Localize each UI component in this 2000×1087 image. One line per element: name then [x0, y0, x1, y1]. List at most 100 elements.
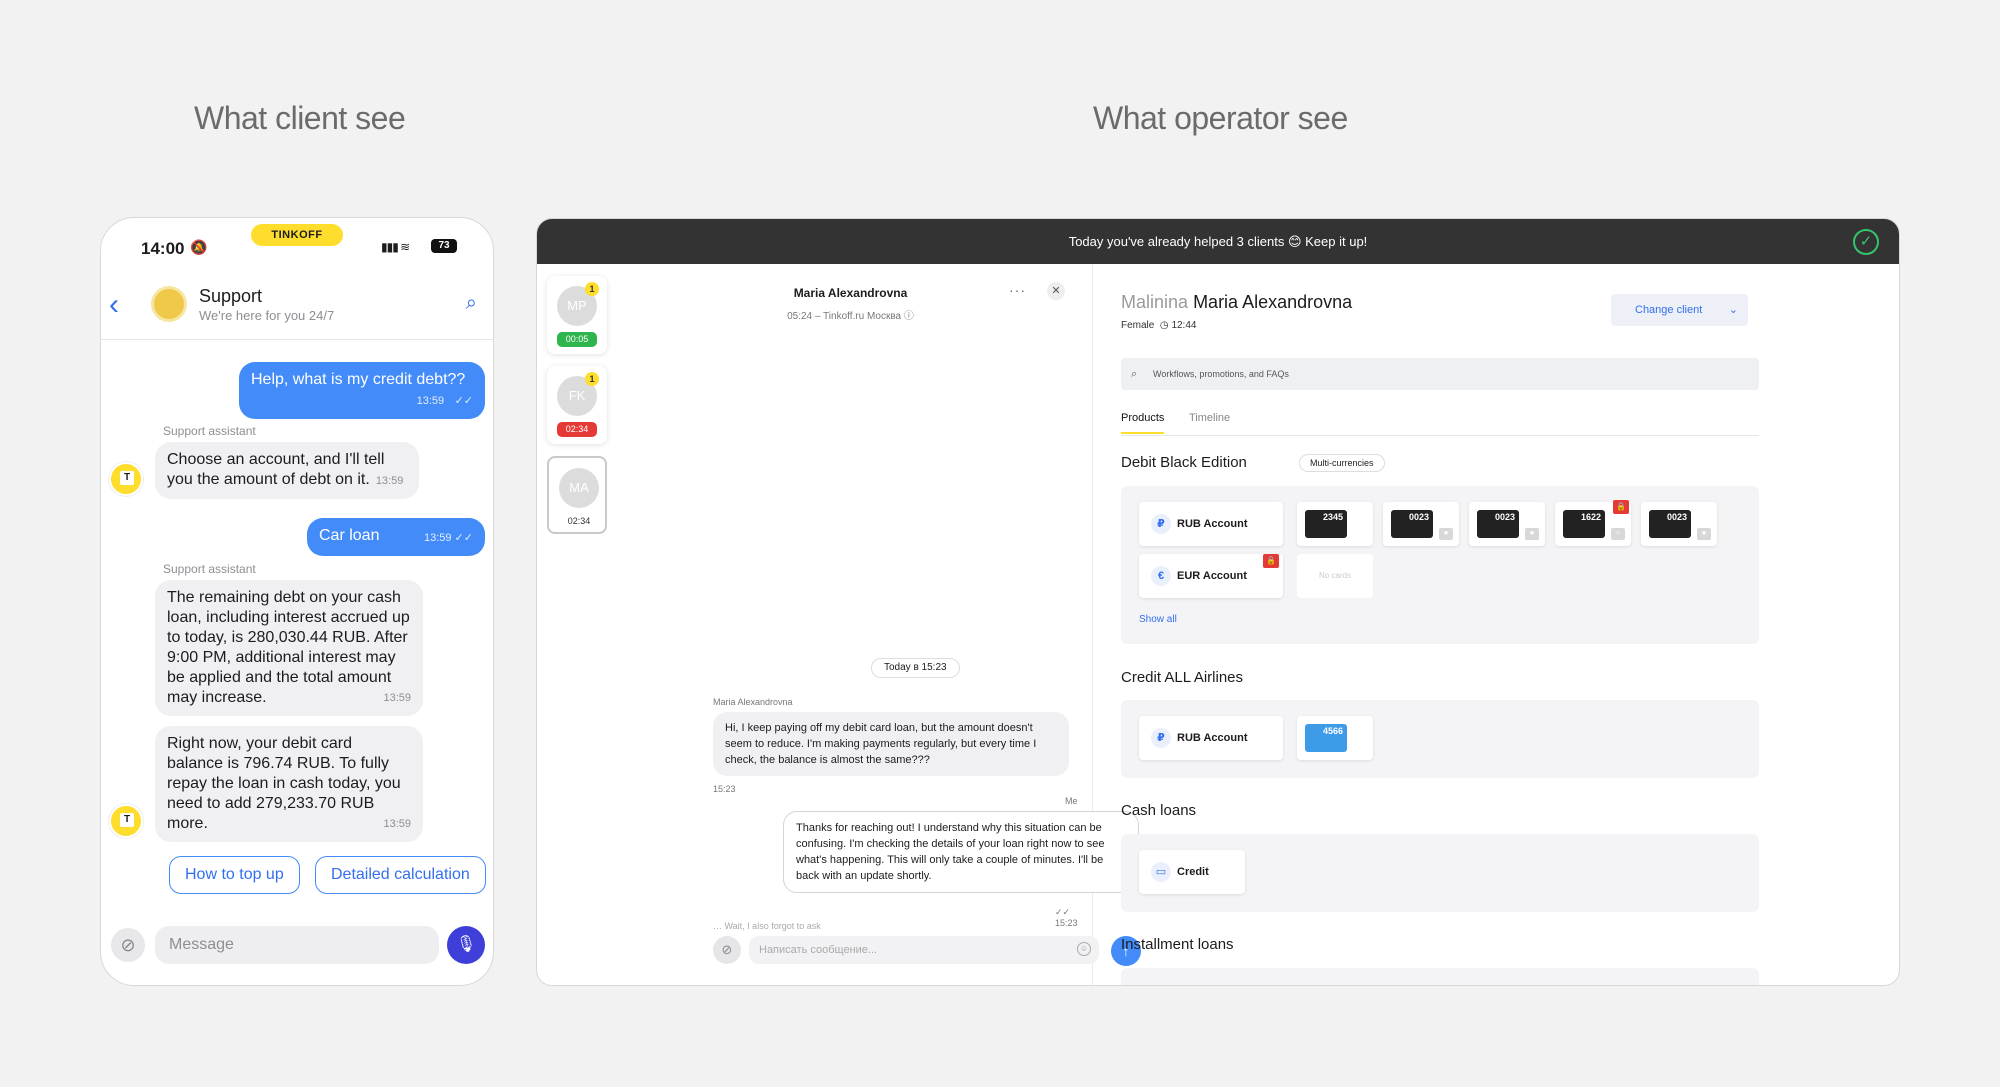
- mute-icon: 🔕: [190, 239, 208, 255]
- clock-icon: ◷: [1159, 320, 1169, 331]
- no-cards-placeholder: No cards: [1297, 554, 1373, 598]
- info-icon: ⓘ: [903, 311, 914, 322]
- search-icon: ⌕: [1131, 368, 1138, 380]
- message-sender: Maria Alexandrovna: [713, 697, 793, 707]
- chat-queue: MP 1 00:05 FK 1 02:34 MA 02:34: [537, 264, 609, 985]
- user-icon: ●: [1697, 528, 1711, 540]
- date-chip: Today в 15:23: [871, 658, 960, 678]
- section-title: Installment loans: [1121, 936, 1234, 953]
- more-icon[interactable]: ···: [1009, 282, 1026, 298]
- read-check-icon: ✓✓: [1055, 907, 1071, 917]
- user-icon: ●: [1525, 528, 1539, 540]
- wait-timer: 02:34: [567, 516, 591, 526]
- lock-icon: 🔒: [1613, 500, 1629, 514]
- microphone-icon[interactable]: 🎙: [447, 926, 485, 964]
- message-support: Right now, your debit card balance is 79…: [155, 726, 423, 842]
- account-tile[interactable]: ₽ RUB Account: [1139, 716, 1283, 760]
- message-client: Help, what is my credit debt?? 13:59 ✓✓: [239, 362, 485, 419]
- brand-pill: TINKOFF: [251, 224, 343, 246]
- status-bar: 14:00 🔕 TINKOFF ▮▮▮ ≋ 73: [101, 218, 493, 274]
- account-tile[interactable]: ₽ RUB Account: [1139, 502, 1283, 546]
- card-tile[interactable]: 4566: [1297, 716, 1373, 760]
- check-circle-icon: ✓: [1853, 229, 1879, 255]
- euro-icon: €: [1151, 566, 1171, 586]
- card-tile[interactable]: 0023 ●: [1383, 502, 1459, 546]
- queue-item-selected[interactable]: MA 02:34: [547, 456, 607, 534]
- card-tile[interactable]: 0023 ●: [1469, 502, 1545, 546]
- unread-badge: 1: [585, 372, 599, 386]
- section-title: Debit Black Edition: [1121, 454, 1247, 471]
- quick-reply-calculation[interactable]: Detailed calculation: [315, 856, 486, 894]
- queue-item[interactable]: FK 1 02:34: [547, 366, 607, 444]
- back-icon[interactable]: ‹: [109, 290, 119, 320]
- message-sender: Support assistant: [163, 562, 256, 576]
- client-full-name: Malinina Maria Alexandrovna: [1121, 292, 1353, 312]
- operator-view-heading: What operator see: [1093, 100, 1348, 136]
- section-title: Credit ALL Airlines: [1121, 669, 1244, 686]
- user-icon: ●: [1439, 528, 1453, 540]
- multi-currency-tag: Multi-currencies: [1299, 454, 1385, 472]
- support-avatar: [151, 286, 187, 322]
- card-tile[interactable]: 2345: [1297, 502, 1373, 546]
- chat-title: Support: [199, 286, 263, 306]
- operator-message-input[interactable]: Написать сообщение...: [749, 936, 1099, 964]
- read-check-icon: ✓✓: [454, 395, 473, 407]
- message-support: The remaining debt on your cash loan, in…: [155, 580, 423, 716]
- operator-chat: Maria Alexandrovna 05:24 – Tinkoff.ru Мо…: [609, 264, 1141, 985]
- message-support: Choose an account, and I'll tell you the…: [155, 442, 419, 499]
- section-title: Cash loans: [1121, 802, 1197, 819]
- message-time: 15:23: [713, 784, 736, 794]
- chat-subtitle: We're here for you 24/7: [199, 308, 335, 323]
- account-tile[interactable]: € EUR Account 🔒: [1139, 554, 1283, 598]
- operator-console: Today you've already helped 3 clients 😊 …: [536, 218, 1900, 986]
- message-sender: Support assistant: [163, 424, 256, 438]
- profile-tabs: Products Timeline: [1121, 402, 1759, 436]
- wait-timer: 02:34: [557, 422, 597, 437]
- client-avatar: MA: [559, 468, 599, 508]
- motivation-banner: Today you've already helped 3 clients 😊 …: [537, 219, 1899, 264]
- wait-timer: 00:05: [557, 332, 597, 347]
- battery-icon: 73: [431, 239, 457, 253]
- credit-icon: ▭: [1151, 862, 1171, 882]
- card-tile[interactable]: 1622 ○ 🔒: [1555, 500, 1631, 546]
- change-client-button[interactable]: Change client ⌄: [1611, 294, 1748, 326]
- sync-icon: ○: [1611, 528, 1625, 540]
- message-time: ✓✓ 15:23: [1055, 907, 1078, 928]
- credit-tile[interactable]: ▭ Credit: [1139, 850, 1245, 894]
- emoji-icon[interactable]: ☺: [1077, 942, 1091, 956]
- installment-products: [1121, 968, 1759, 985]
- queue-item[interactable]: MP 1 00:05: [547, 276, 607, 354]
- debit-products: ₽ RUB Account 2345 0023 ● 0023 ● 1622 ○ 🔒 002…: [1121, 486, 1759, 644]
- status-clock: 14:00: [141, 239, 185, 258]
- chevron-down-icon: ⌄: [1728, 304, 1738, 316]
- chat-client-subtitle: 05:24 – Tinkoff.ru Москва ⓘ: [787, 311, 914, 322]
- quick-reply-top-up[interactable]: How to top up: [169, 856, 300, 894]
- ruble-icon: ₽: [1151, 728, 1171, 748]
- close-icon[interactable]: ✕: [1047, 282, 1065, 300]
- knowledge-search-input[interactable]: ⌕ Workflows, promotions, and FAQs: [1121, 358, 1759, 390]
- tab-products[interactable]: Products: [1121, 412, 1165, 434]
- message-sender: Me: [1065, 796, 1078, 806]
- chat-header: ‹ Support We're here for you 24/7 ⌕: [101, 278, 493, 340]
- lock-icon: 🔒: [1263, 554, 1279, 568]
- cash-loan-products: ▭ Credit: [1121, 834, 1759, 912]
- message-input[interactable]: Message: [155, 926, 439, 964]
- client-view-heading: What client see: [194, 100, 406, 136]
- attach-icon[interactable]: ⊘: [111, 928, 145, 962]
- ruble-icon: ₽: [1151, 514, 1171, 534]
- card-tile[interactable]: 0023 ●: [1641, 502, 1717, 546]
- composer: ⊘ Message 🎙: [101, 924, 493, 974]
- tab-timeline[interactable]: Timeline: [1189, 412, 1230, 424]
- client-phone: 14:00 🔕 TINKOFF ▮▮▮ ≋ 73 ‹ Support We're…: [100, 217, 494, 986]
- show-all-link[interactable]: Show all: [1139, 614, 1177, 625]
- signal-wifi-icon: ▮▮▮ ≋: [381, 240, 410, 254]
- unread-badge: 1: [585, 282, 599, 296]
- attach-icon[interactable]: ⊘: [713, 936, 741, 964]
- operator-composer: ⊘ Написать сообщение... ☺ ↑: [713, 934, 1141, 966]
- search-icon[interactable]: ⌕: [466, 292, 477, 315]
- operator-message: Thanks for reaching out! I understand wh…: [783, 811, 1139, 893]
- credit-products: ₽ RUB Account 4566: [1121, 700, 1759, 778]
- message-client: Car loan 13:59 ✓✓: [307, 518, 485, 556]
- client-message: Hi, I keep paying off my debit card loan…: [713, 712, 1069, 776]
- bank-avatar: [109, 804, 143, 838]
